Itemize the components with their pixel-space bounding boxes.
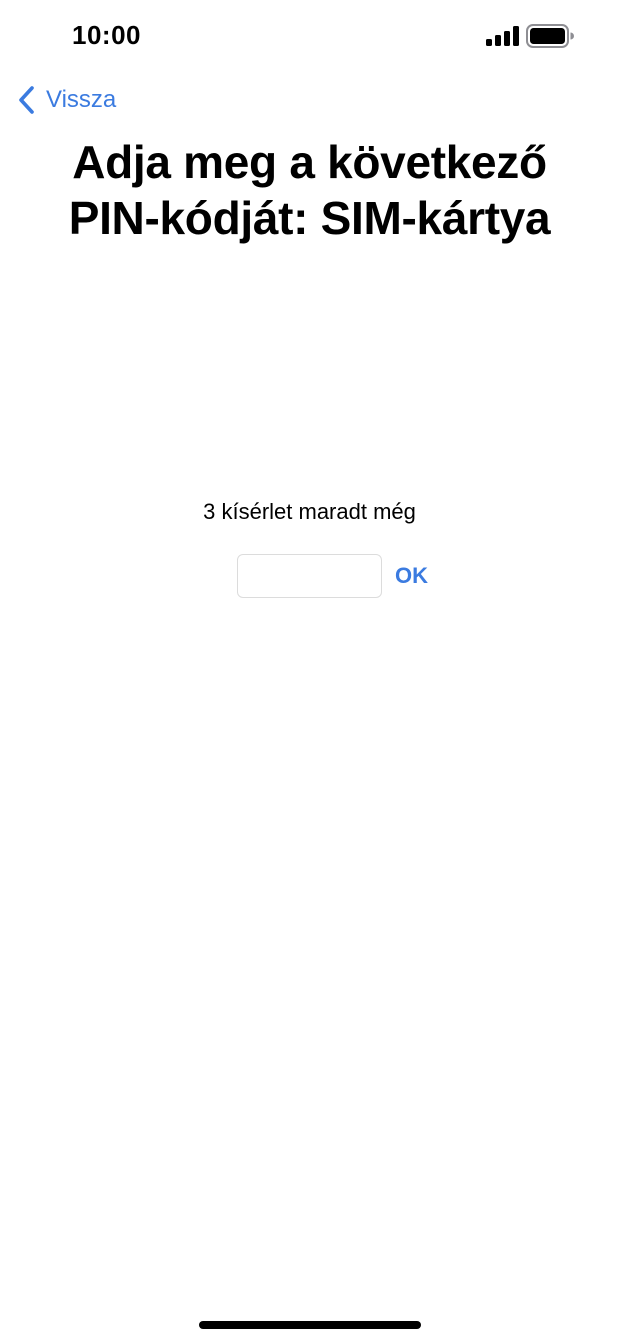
pin-input[interactable] <box>237 554 382 598</box>
status-bar: 10:00 <box>0 0 619 74</box>
pin-entry-row: OK <box>237 554 428 598</box>
ok-button[interactable]: OK <box>395 563 428 589</box>
back-button[interactable]: Vissza <box>16 82 116 118</box>
page-title-line-1: Adja meg a következő <box>72 136 547 188</box>
page-title: Adja meg a következő PIN-kódját: SIM-kár… <box>0 134 619 246</box>
status-time: 10:00 <box>72 20 141 50</box>
chevron-left-icon <box>19 86 34 114</box>
back-label: Vissza <box>46 86 117 113</box>
attempts-remaining-text: 3 kísérlet maradt még <box>203 499 416 524</box>
home-indicator[interactable] <box>199 1321 421 1329</box>
battery-full-icon <box>526 24 574 48</box>
cellular-signal-icon <box>486 26 519 46</box>
page-title-line-2: PIN-kódját: SIM-kártya <box>68 192 551 244</box>
